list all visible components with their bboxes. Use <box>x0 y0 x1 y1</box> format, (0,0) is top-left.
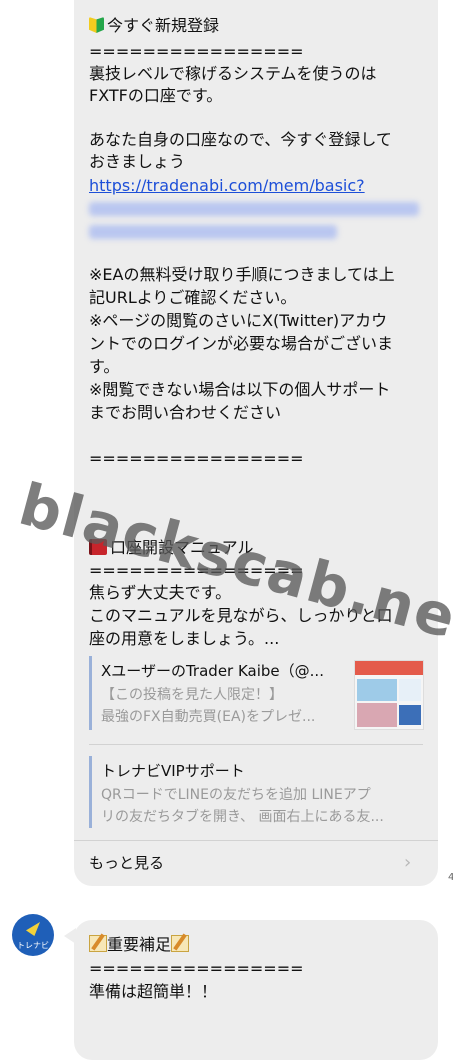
message-text: おきましょう <box>89 152 186 171</box>
card-description: リの友だちタブを開き、 画面右上にある友... <box>101 809 384 825</box>
divider <box>89 744 423 745</box>
divider <box>74 840 438 841</box>
message-text: 裏技レベルで稼げるシステムを使うのは <box>89 64 377 83</box>
message-text: す。 <box>89 357 120 376</box>
beginner-mark-icon <box>89 17 104 33</box>
sender-avatar[interactable]: トレナビ <box>12 914 54 956</box>
see-more-label: もっと見る <box>89 854 165 872</box>
separator: ================ <box>89 561 304 580</box>
red-book-icon <box>89 539 107 555</box>
card-thumbnail <box>354 660 424 730</box>
separator: ================ <box>89 959 304 978</box>
memo-icon <box>89 935 107 952</box>
manual-heading-text: 口座開設マニュアル <box>110 538 254 557</box>
message-text: 焦らず大丈夫です。 <box>89 583 232 602</box>
card-description: 【この投稿を見た人限定！】 <box>101 687 283 703</box>
manual-heading: 口座開設マニュアル <box>89 537 254 559</box>
card-description: QRコードでLINEの友だちを追加 LINEアプ <box>101 787 371 803</box>
message-text: 記URLよりご確認ください。 <box>89 288 297 307</box>
heading-text: 重要補足 <box>107 935 172 954</box>
message-text: FXTFの口座です。 <box>89 86 223 105</box>
message-text: このマニュアルを見ながら、しっかりと口 <box>89 606 393 625</box>
bird-logo-icon <box>26 922 40 936</box>
message-text: 座の用意をしましょう。... <box>89 629 280 648</box>
card-title: XユーザーのTrader Kaibe（@... <box>101 662 324 680</box>
chevron-right-icon: › <box>404 852 412 873</box>
message-heading: 今すぐ新規登録 <box>89 15 219 37</box>
message-text: 準備は超簡単！！ <box>89 982 218 1001</box>
message-text: までお問い合わせください <box>89 403 282 422</box>
separator: ================ <box>89 449 304 468</box>
message-text: ※ページの閲覧のさいにX(Twitter)アカウ <box>89 311 388 330</box>
blurred-url-part <box>89 225 337 239</box>
card-accent-bar <box>89 756 92 828</box>
separator: ================ <box>89 42 304 61</box>
message-heading: 重要補足 <box>89 934 190 956</box>
message-text: ントでのログインが必要な場合がございま <box>89 334 394 353</box>
avatar-label: トレナビ <box>17 941 49 950</box>
card-description: 最強のFX自動売買(EA)をプレゼ... <box>101 709 316 725</box>
read-count: 4 <box>448 872 453 883</box>
registration-link[interactable]: https://tradenabi.com/mem/basic? <box>89 175 365 197</box>
memo-icon <box>171 935 190 952</box>
card-accent-bar <box>89 656 92 730</box>
heading-text: 今すぐ新規登録 <box>107 16 220 35</box>
blurred-url-part <box>89 202 419 216</box>
message-text: ※閲覧できない場合は以下の個人サポート <box>89 380 391 399</box>
message-text: あなた自身の口座なので、今すぐ登録して <box>89 130 392 149</box>
message-text: ※EAの無料受け取り手順につきましては上 <box>89 265 395 284</box>
card-title: トレナビVIPサポート <box>101 762 245 780</box>
